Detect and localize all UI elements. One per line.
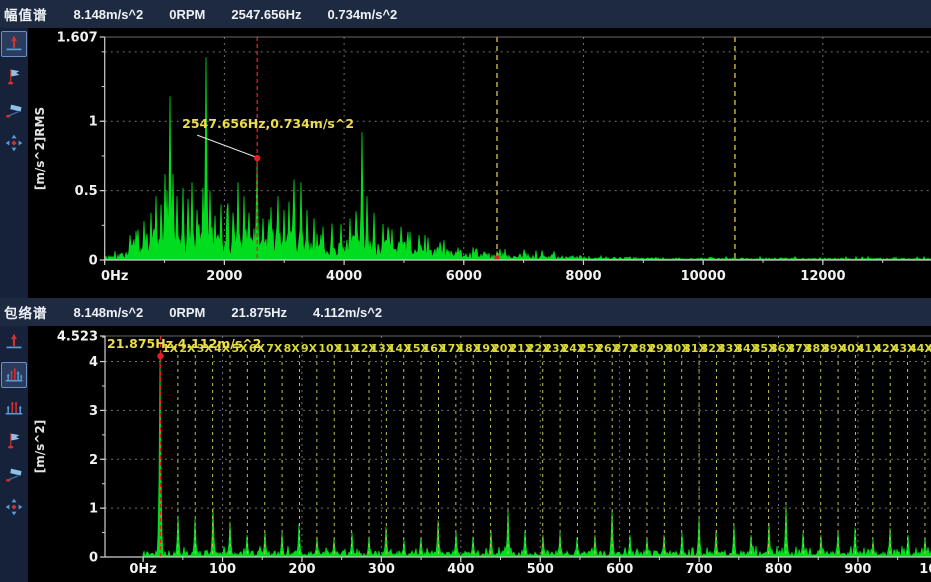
stat-cursor-freq: 2547.656Hz bbox=[231, 7, 301, 22]
tool-single-cursor[interactable] bbox=[1, 31, 27, 57]
x-tick-labels: 0Hz 2000 4000 6000 8000 10000 12000 bbox=[101, 269, 846, 284]
gridlines bbox=[105, 336, 931, 557]
axes bbox=[100, 336, 931, 562]
sideband-cursor-icon bbox=[4, 398, 24, 418]
tool-single-cursor[interactable] bbox=[1, 329, 27, 355]
y-tick-labels: 0 1 2 3 4 4.523 bbox=[57, 330, 98, 566]
x-tick-labels: 0Hz 100 200 300 400 500 600 700 800 900 1000 bbox=[129, 562, 931, 577]
report-flag-icon bbox=[4, 464, 24, 484]
svg-text:7X: 7X bbox=[266, 342, 283, 355]
envelope-spectrum-chart[interactable]: 1X2X3X4X5X6X7X8X9X10X11X12X13X14X15X16X1… bbox=[28, 326, 931, 582]
svg-text:8X: 8X bbox=[284, 342, 301, 355]
amplitude-spectrum-header: 幅值谱 8.148m/s^2 0RPM 2547.656Hz 0.734m/s^… bbox=[0, 0, 931, 28]
svg-text:300: 300 bbox=[368, 562, 395, 577]
svg-text:12000: 12000 bbox=[800, 269, 845, 284]
svg-text:1: 1 bbox=[89, 502, 98, 517]
vibration-analysis-app: 幅值谱 8.148m/s^2 0RPM 2547.656Hz 0.734m/s^… bbox=[0, 0, 931, 582]
stat-overall-rms: 8.148m/s^2 bbox=[74, 305, 144, 320]
svg-text:900: 900 bbox=[844, 562, 871, 577]
envelope-spectrum-body: 1X2X3X4X5X6X7X8X9X10X11X12X13X14X15X16X1… bbox=[0, 326, 931, 582]
stat-rpm: 0RPM bbox=[169, 7, 205, 22]
single-cursor-icon bbox=[4, 34, 24, 54]
stat-cursor-amp: 0.734m/s^2 bbox=[328, 7, 398, 22]
svg-text:2: 2 bbox=[89, 453, 98, 468]
chart-toolbar bbox=[0, 326, 28, 582]
tool-sideband-cursor[interactable] bbox=[1, 395, 27, 421]
svg-text:100: 100 bbox=[209, 562, 236, 577]
tool-flag-marker[interactable] bbox=[1, 428, 27, 454]
cursor-point bbox=[157, 353, 163, 359]
tool-flag-marker[interactable] bbox=[1, 64, 27, 90]
svg-text:21.875Hz,4.112m/s^2: 21.875Hz,4.112m/s^2 bbox=[107, 336, 261, 351]
single-cursor-icon bbox=[4, 332, 24, 352]
cursor-annotation: 21.875Hz,4.112m/s^2 bbox=[107, 336, 261, 359]
svg-text:9X: 9X bbox=[301, 342, 318, 355]
svg-text:0: 0 bbox=[89, 254, 98, 269]
svg-text:400: 400 bbox=[447, 562, 474, 577]
svg-text:2000: 2000 bbox=[206, 269, 242, 284]
tool-report-flag[interactable] bbox=[1, 97, 27, 123]
tool-report-flag[interactable] bbox=[1, 461, 27, 487]
cursor-annotation: 2547.656Hz,0.734m/s^2 bbox=[182, 116, 354, 161]
pan-icon bbox=[4, 133, 24, 153]
svg-text:8000: 8000 bbox=[565, 269, 601, 284]
flag-marker-icon bbox=[4, 67, 24, 87]
svg-text:200: 200 bbox=[288, 562, 315, 577]
band-marker-lines[interactable] bbox=[494, 37, 734, 261]
svg-text:1.607: 1.607 bbox=[57, 31, 98, 46]
tool-pan[interactable] bbox=[1, 130, 27, 156]
svg-text:0.5: 0.5 bbox=[75, 184, 98, 199]
stat-cursor-amp: 4.112m/s^2 bbox=[313, 305, 382, 320]
y-tick-labels: 0 0.5 1 1.607 bbox=[57, 31, 98, 269]
envelope-spectrum-panel: 包络谱 8.148m/s^2 0RPM 21.875Hz 4.112m/s^2 … bbox=[0, 298, 931, 582]
svg-text:600: 600 bbox=[606, 562, 633, 577]
spectrum-trace bbox=[143, 354, 931, 557]
svg-text:45X: 45X bbox=[926, 342, 931, 355]
amplitude-spectrum-chart[interactable]: 0Hz 2000 4000 6000 8000 10000 12000 0 0.5 1 1.607 [… bbox=[28, 28, 931, 298]
panel-title: 包络谱 bbox=[4, 302, 48, 322]
amplitude-spectrum-body: 0Hz 2000 4000 6000 8000 10000 12000 0 0.5 1 1.607 [… bbox=[0, 28, 931, 298]
pan-icon bbox=[4, 497, 24, 517]
harmonic-order-labels: 1X2X3X4X5X6X7X8X9X10X11X12X13X14X15X16X1… bbox=[162, 342, 931, 355]
svg-text:3: 3 bbox=[89, 404, 98, 419]
svg-text:2547.656Hz,0.734m/s^2: 2547.656Hz,0.734m/s^2 bbox=[182, 116, 354, 131]
svg-text:0: 0 bbox=[89, 551, 98, 566]
harmonic-cursor-lines[interactable] bbox=[160, 336, 924, 557]
svg-text:0Hz: 0Hz bbox=[101, 269, 129, 284]
stat-overall-rms: 8.148m/s^2 bbox=[74, 7, 144, 22]
y-axis-title: [m/s^2] bbox=[33, 420, 47, 473]
panel-title: 幅值谱 bbox=[4, 4, 48, 24]
y-axis-title: [m/s^2]RMS bbox=[33, 107, 47, 190]
tool-harmonic-cursor[interactable] bbox=[1, 362, 27, 388]
svg-text:500: 500 bbox=[527, 562, 554, 577]
svg-text:10000: 10000 bbox=[681, 269, 726, 284]
svg-text:800: 800 bbox=[765, 562, 792, 577]
report-flag-icon bbox=[4, 100, 24, 120]
stat-rpm: 0RPM bbox=[169, 305, 205, 320]
svg-text:700: 700 bbox=[686, 562, 713, 577]
cursor-point bbox=[254, 155, 260, 161]
svg-text:4000: 4000 bbox=[326, 269, 362, 284]
svg-text:1000: 1000 bbox=[919, 562, 931, 577]
amplitude-spectrum-panel: 幅值谱 8.148m/s^2 0RPM 2547.656Hz 0.734m/s^… bbox=[0, 0, 931, 298]
spectrum-trace bbox=[105, 57, 931, 260]
stat-cursor-freq: 21.875Hz bbox=[231, 305, 287, 320]
svg-text:6000: 6000 bbox=[446, 269, 482, 284]
svg-text:1: 1 bbox=[89, 115, 98, 130]
harmonic-cursor-icon bbox=[4, 365, 24, 385]
svg-text:4.523: 4.523 bbox=[57, 330, 98, 345]
flag-marker-icon bbox=[4, 431, 24, 451]
tool-pan[interactable] bbox=[1, 494, 27, 520]
svg-text:0Hz: 0Hz bbox=[129, 562, 157, 577]
svg-text:4: 4 bbox=[89, 355, 98, 370]
envelope-spectrum-header: 包络谱 8.148m/s^2 0RPM 21.875Hz 4.112m/s^2 bbox=[0, 298, 931, 326]
chart-toolbar bbox=[0, 28, 28, 298]
